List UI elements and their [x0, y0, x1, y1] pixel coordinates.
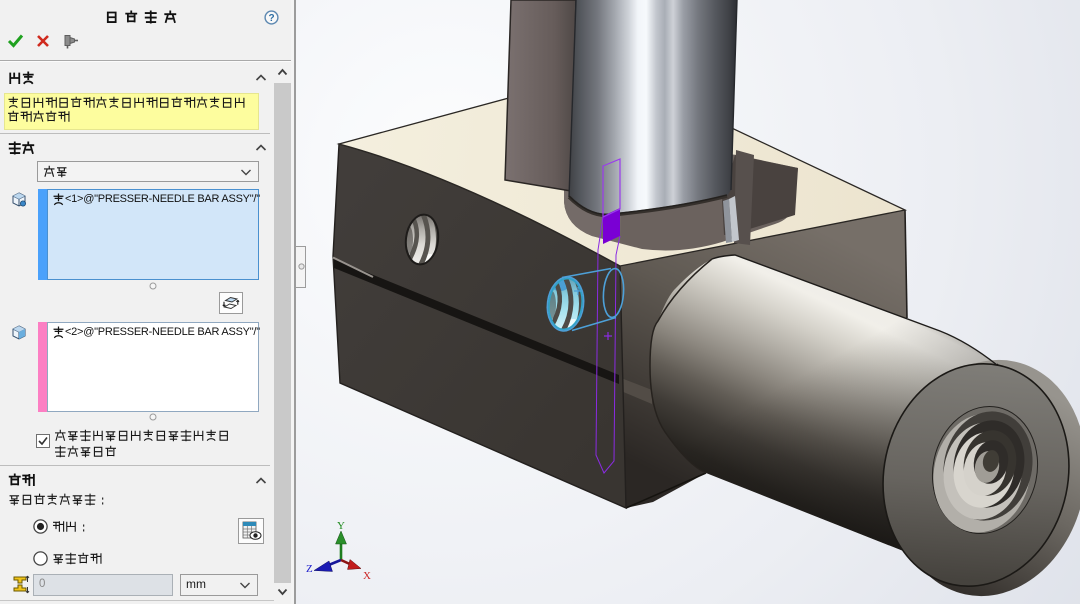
svg-text:Y: Y [337, 520, 345, 532]
svg-text:X: X [363, 570, 371, 582]
svg-text:?: ? [268, 13, 274, 24]
svg-text:Z: Z [306, 563, 313, 575]
